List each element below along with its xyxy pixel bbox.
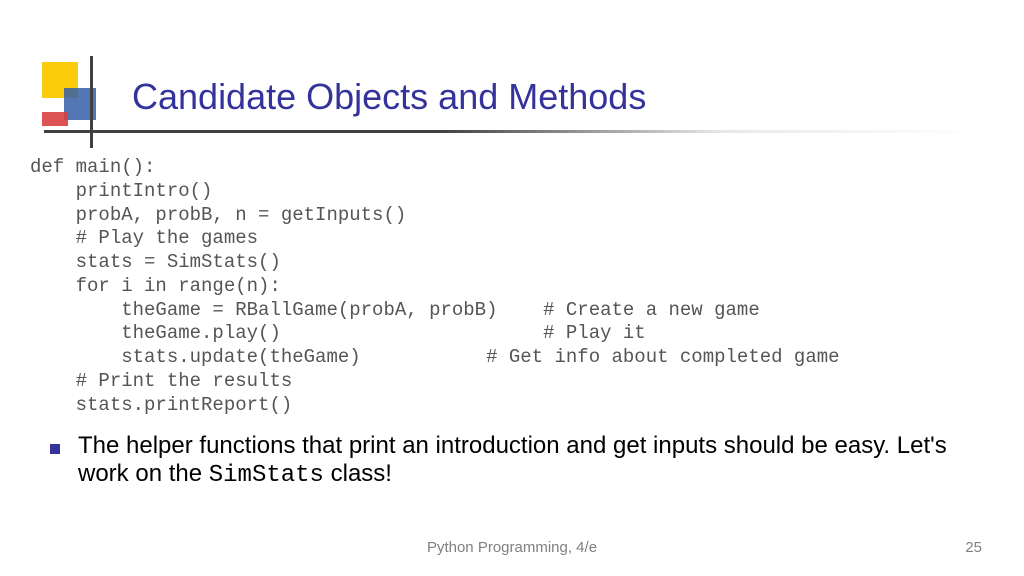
bullet-text-post: class! (324, 460, 392, 487)
title-vertical-rule (90, 56, 93, 148)
footer-book-title: Python Programming, 4/e (0, 539, 1024, 556)
deco-rect-red (42, 112, 68, 126)
code-block: def main(): printIntro() probA, probB, n… (30, 156, 840, 417)
bullet-marker-icon (50, 444, 60, 454)
bullet-item: The helper functions that print an intro… (50, 432, 970, 491)
footer-page-number: 25 (965, 539, 982, 556)
bullet-text: The helper functions that print an intro… (78, 432, 970, 491)
title-horizontal-rule (44, 130, 984, 133)
slide-corner-decoration (42, 62, 102, 132)
bullet-text-mono: SimStats (209, 462, 324, 489)
slide-title: Candidate Objects and Methods (132, 76, 646, 118)
